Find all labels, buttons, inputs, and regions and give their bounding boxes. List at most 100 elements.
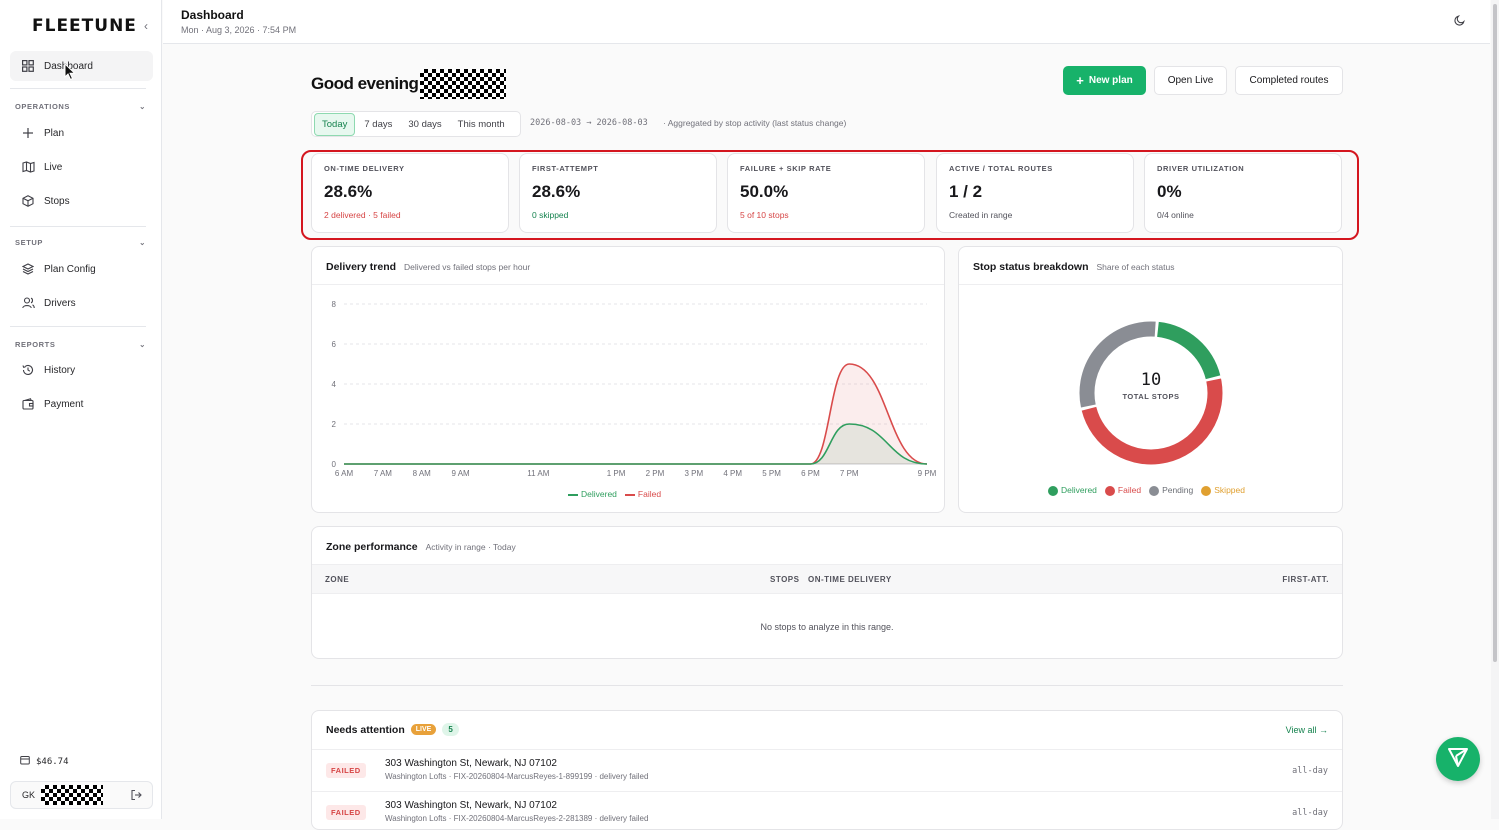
user-initials: GK [22, 790, 36, 800]
column-on-time[interactable]: ON-TIME DELIVERY [808, 575, 892, 584]
column-zone[interactable]: ZONE [325, 575, 349, 584]
sidebar: FLEETUNE ‹ Dashboard OPERATIONS ⌄ Plan Li… [0, 0, 162, 819]
x-tick-label: 3 PM [684, 469, 703, 478]
section-setup[interactable]: SETUP ⌄ [15, 238, 146, 247]
kpi-label: FAILURE + SKIP RATE [740, 164, 832, 173]
kpi-value: 50.0% [740, 182, 789, 201]
x-tick-label: 4 PM [723, 469, 742, 478]
chevron-down-icon: ⌄ [139, 340, 146, 349]
layers-icon [21, 262, 35, 276]
scrollbar-thumb[interactable] [1493, 4, 1497, 662]
x-tick-label: 11 AM [527, 469, 549, 478]
list-item[interactable]: FAILED 303 Washington St, Newark, NJ 071… [312, 791, 1342, 829]
divider [10, 226, 146, 227]
delivery-trend-chart: 0 2 4 6 8 6 AM 7 AM 8 AM 9 AM 11 AM 1 PM 2 PM 3 PM 4 … [332, 300, 937, 478]
y-tick-label: 2 [332, 420, 337, 429]
tab-7-days[interactable]: 7 days [357, 114, 399, 135]
users-icon [21, 296, 35, 310]
kpi-sub: 5 of 10 stops [740, 210, 789, 220]
x-tick-label: 9 AM [451, 469, 470, 478]
page-datetime: Mon · Aug 3, 2026 · 7:54 PM [181, 25, 297, 35]
tab-30-days[interactable]: 30 days [401, 114, 448, 135]
legend-skipped: Skipped [1201, 485, 1245, 496]
y-tick-label: 6 [332, 340, 337, 349]
donut-center: 10 TOTAL STOPS [1101, 370, 1201, 401]
legend-delivered: Delivered [568, 489, 617, 499]
sidebar-item-label: Payment [44, 398, 84, 410]
kpi-value: 28.6% [532, 182, 581, 201]
series-area-delivered [344, 424, 927, 464]
chevron-down-icon: ⌄ [139, 102, 146, 111]
chevron-down-icon: ⌄ [139, 238, 146, 247]
logo: FLEETUNE [32, 16, 137, 36]
trend-legend: Delivered Failed [568, 489, 661, 499]
column-stops[interactable]: STOPS [770, 575, 799, 584]
open-live-button[interactable]: Open Live [1154, 66, 1227, 95]
divider [311, 685, 1343, 686]
kpi-sub: 2 delivered · 5 failed [324, 210, 401, 220]
completed-routes-button[interactable]: Completed routes [1235, 66, 1343, 95]
stop-detail: Washington Lofts · FIX-20260804-MarcusRe… [385, 772, 649, 781]
redacted-name [420, 69, 507, 99]
sidebar-item-label: Plan [44, 127, 65, 139]
kpi-label: ACTIVE / TOTAL ROUTES [949, 164, 1053, 173]
sidebar-item-plan-config[interactable]: Plan Config [10, 254, 153, 284]
kpi-label: DRIVER UTILIZATION [1157, 164, 1245, 173]
sidebar-item-history[interactable]: History [10, 355, 153, 385]
x-tick-label: 1 PM [607, 469, 626, 478]
wallet-icon [21, 397, 35, 411]
time-window: all-day [1292, 766, 1328, 776]
button-label: Open Live [1167, 75, 1214, 86]
range-note: · Aggregated by stop activity (last stat… [663, 118, 847, 128]
balance-value: $46.74 [36, 756, 69, 767]
kpi-failure-skip-rate: FAILURE + SKIP RATE 50.0% 5 of 10 stops [727, 153, 925, 233]
legend-pending: Pending [1149, 485, 1193, 496]
sidebar-item-plan[interactable]: Plan [10, 118, 153, 148]
card-subtitle: Activity in range · Today [425, 542, 516, 552]
kpi-label: FIRST-ATTEMPT [532, 164, 599, 173]
range-tabs: Today 7 days 30 days This month [311, 111, 521, 137]
view-all-link[interactable]: View all → [1286, 725, 1328, 735]
send-fab-button[interactable] [1436, 737, 1480, 781]
column-first-att[interactable]: FIRST-ATT. [1282, 575, 1329, 584]
stop-address: 303 Washington St, Newark, NJ 07102 [385, 758, 557, 769]
tab-this-month[interactable]: This month [451, 114, 512, 135]
sidebar-item-label: Live [44, 161, 63, 173]
sidebar-item-dashboard[interactable]: Dashboard [10, 51, 153, 81]
y-tick-label: 8 [332, 300, 337, 309]
kpi-value: 0% [1157, 182, 1182, 201]
section-label: REPORTS [15, 340, 56, 349]
x-tick-label: 8 AM [413, 469, 432, 478]
sidebar-item-payment[interactable]: Payment [10, 389, 153, 419]
status-badge: FAILED [326, 805, 366, 820]
collapse-sidebar-icon[interactable]: ‹ [144, 19, 148, 33]
moon-icon[interactable] [1454, 14, 1466, 29]
sidebar-item-label: Plan Config [44, 263, 96, 275]
user-profile[interactable]: GK [10, 781, 153, 809]
x-tick-label: 5 PM [762, 469, 781, 478]
section-operations[interactable]: OPERATIONS ⌄ [15, 102, 146, 111]
y-tick-label: 0 [332, 460, 337, 469]
kpi-first-attempt: FIRST-ATTEMPT 28.6% 0 skipped [519, 153, 717, 233]
sidebar-item-drivers[interactable]: Drivers [10, 288, 153, 318]
grid-icon [21, 59, 35, 73]
card-header: Needs attention LIVE 5 [326, 723, 459, 736]
legend-label: Pending [1162, 485, 1194, 495]
tab-today[interactable]: Today [314, 112, 356, 136]
sidebar-item-stops[interactable]: Stops [10, 186, 153, 216]
greeting: Good evening [311, 69, 507, 99]
sidebar-item-live[interactable]: Live [10, 152, 153, 182]
map-icon [21, 160, 35, 174]
list-item[interactable]: FAILED 303 Washington St, Newark, NJ 071… [312, 749, 1342, 791]
donut-legend: Delivered Failed Pending Skipped [1048, 485, 1245, 496]
new-plan-button[interactable]: + New plan [1063, 66, 1146, 95]
range-dates: 2026-08-03 → 2026-08-03 [530, 118, 648, 128]
stop-status-card: Stop status breakdown Share of each stat… [958, 246, 1343, 513]
legend-failed: Failed [1104, 485, 1141, 496]
logout-icon[interactable] [130, 789, 142, 804]
x-tick-label: 7 PM [840, 469, 859, 478]
x-tick-label: 9 PM [918, 469, 937, 478]
legend-label: Delivered [1061, 485, 1097, 495]
kpi-sub: Created in range [949, 210, 1013, 220]
section-reports[interactable]: REPORTS ⌄ [15, 340, 146, 349]
